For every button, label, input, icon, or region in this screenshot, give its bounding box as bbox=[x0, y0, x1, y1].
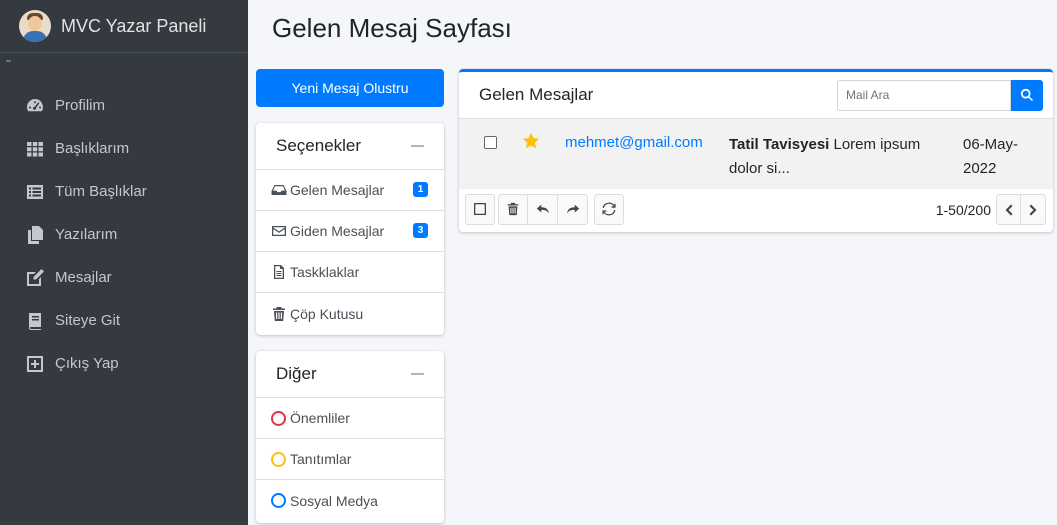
plus-square-icon bbox=[27, 355, 43, 372]
circle-icon bbox=[271, 451, 286, 467]
star-icon[interactable] bbox=[522, 132, 540, 154]
label-item-promotions[interactable]: Tanıtımlar bbox=[256, 439, 444, 480]
message-subject-title: Tatil Tavisyesi bbox=[729, 136, 830, 153]
reply-icon bbox=[536, 204, 549, 214]
edit-icon bbox=[27, 268, 44, 286]
sidebar-item-label: Tüm Başlıklar bbox=[55, 183, 147, 200]
chevron-left-icon bbox=[1005, 204, 1012, 215]
inbox-icon bbox=[271, 185, 287, 195]
search-group bbox=[837, 79, 1043, 111]
search-button[interactable] bbox=[1011, 79, 1043, 111]
label-text: Tanıtımlar bbox=[290, 451, 352, 467]
sidebar-item-tum-basliklar[interactable]: Tüm Başlıklar bbox=[0, 170, 248, 213]
file-icon bbox=[274, 265, 284, 279]
folder-item-drafts[interactable]: Taskklaklar bbox=[256, 252, 444, 293]
sidebar-item-label: Çıkış Yap bbox=[55, 355, 119, 372]
sidebar: MVC Yazar Paneli Profilim Başlıklarım Tü… bbox=[0, 0, 248, 525]
label-item-important[interactable]: Önemliler bbox=[256, 398, 444, 439]
list-icon bbox=[27, 184, 43, 199]
page-title: Gelen Mesaj Sayfası bbox=[272, 13, 512, 43]
inbox-header: Gelen Mesajlar bbox=[459, 72, 1053, 119]
labels-card: Diğer Önemliler Tanıtımlar Sosyal Medya bbox=[256, 351, 444, 523]
next-page-button[interactable] bbox=[1021, 194, 1046, 225]
mail-search-input[interactable] bbox=[837, 79, 1011, 111]
folders-title: Seçenekler bbox=[276, 136, 362, 155]
brand-title: MVC Yazar Paneli bbox=[61, 15, 207, 36]
folders-card: Seçenekler Gelen Mesajlar 1 Giden Mesajl… bbox=[256, 123, 444, 335]
sidebar-item-label: Mesajlar bbox=[55, 269, 112, 286]
sync-icon bbox=[602, 202, 616, 216]
circle-icon bbox=[271, 410, 286, 426]
message-sender[interactable]: mehmet@gmail.com bbox=[565, 134, 703, 151]
inbox-card: Gelen Mesajlar mehmet@gmail.com Tatil Ta… bbox=[459, 69, 1053, 232]
pagination: 1-50/200 bbox=[936, 194, 1046, 225]
collapse-minus-icon[interactable] bbox=[411, 373, 424, 375]
inbox-title: Gelen Mesajlar bbox=[479, 85, 594, 104]
pagination-range: 1-50/200 bbox=[935, 201, 991, 218]
message-date: 06-May-2022 bbox=[963, 136, 1019, 177]
chevron-right-icon bbox=[1029, 204, 1037, 215]
unread-badge: 1 bbox=[413, 182, 428, 197]
prev-page-button[interactable] bbox=[996, 194, 1021, 225]
square-icon bbox=[474, 203, 486, 215]
labels-header: Diğer bbox=[256, 351, 444, 398]
sidebar-item-label: Yazılarım bbox=[55, 226, 118, 243]
tachometer-icon bbox=[27, 98, 43, 111]
sidebar-item-label: Profilim bbox=[55, 97, 106, 114]
copy-icon bbox=[28, 225, 43, 244]
folder-label: Çöp Kutusu bbox=[290, 305, 364, 322]
envelope-icon bbox=[272, 226, 286, 236]
sidebar-item-label: Başlıklarım bbox=[55, 140, 130, 157]
folder-item-inbox[interactable]: Gelen Mesajlar 1 bbox=[256, 170, 444, 211]
sidebar-item-basliklarim[interactable]: Başlıklarım bbox=[0, 127, 248, 170]
share-icon bbox=[566, 204, 579, 214]
folder-label: Taskklaklar bbox=[290, 264, 360, 280]
brand-link[interactable]: MVC Yazar Paneli bbox=[0, 0, 248, 53]
label-text: Sosyal Medya bbox=[290, 492, 378, 509]
message-checkbox[interactable] bbox=[484, 136, 497, 149]
message-row[interactable]: mehmet@gmail.com Tatil Tavisyesi Lorem i… bbox=[459, 119, 1053, 189]
sidebar-item-yazilarim[interactable]: Yazılarım bbox=[0, 213, 248, 256]
trash-icon bbox=[273, 306, 285, 321]
label-item-social[interactable]: Sosyal Medya bbox=[256, 480, 444, 521]
delete-button[interactable] bbox=[498, 193, 528, 225]
search-icon bbox=[1020, 88, 1034, 102]
select-all-button[interactable] bbox=[465, 193, 495, 225]
label-text: Önemliler bbox=[290, 410, 350, 426]
book-icon bbox=[29, 312, 41, 330]
sidebar-item-siteye-git[interactable]: Siteye Git bbox=[0, 299, 248, 342]
sidebar-item-profilim[interactable]: Profilim bbox=[0, 84, 248, 127]
folders-header: Seçenekler bbox=[256, 123, 444, 170]
collapse-minus-icon[interactable] bbox=[411, 145, 424, 147]
circle-icon bbox=[271, 493, 286, 508]
labels-title: Diğer bbox=[276, 364, 317, 383]
count-badge: 3 bbox=[413, 223, 428, 238]
sidebar-caret bbox=[6, 60, 11, 62]
refresh-button[interactable] bbox=[594, 193, 624, 225]
folder-item-sent[interactable]: Giden Mesajlar 3 bbox=[256, 211, 444, 252]
message-subject[interactable]: Tatil Tavisyesi Lorem ipsum dolor si... bbox=[729, 133, 929, 181]
mailbox-toolbar: 1-50/200 bbox=[459, 189, 1053, 229]
forward-button[interactable] bbox=[558, 193, 588, 225]
folder-item-trash[interactable]: Çöp Kutusu bbox=[256, 293, 444, 334]
sidebar-nav: Profilim Başlıklarım Tüm Başlıklar Yazıl… bbox=[0, 84, 248, 385]
sidebar-item-cikis-yap[interactable]: Çıkış Yap bbox=[0, 342, 248, 385]
sidebar-item-label: Siteye Git bbox=[55, 312, 121, 329]
grid-icon bbox=[27, 141, 43, 156]
folder-label: Gelen Mesajlar bbox=[290, 182, 385, 198]
compose-button[interactable]: Yeni Mesaj Olustru bbox=[256, 69, 444, 107]
sidebar-item-mesajlar[interactable]: Mesajlar bbox=[0, 256, 248, 299]
folder-label: Giden Mesajlar bbox=[290, 223, 385, 239]
brand-avatar bbox=[19, 10, 51, 42]
trash-icon bbox=[507, 202, 519, 216]
reply-button[interactable] bbox=[528, 193, 558, 225]
